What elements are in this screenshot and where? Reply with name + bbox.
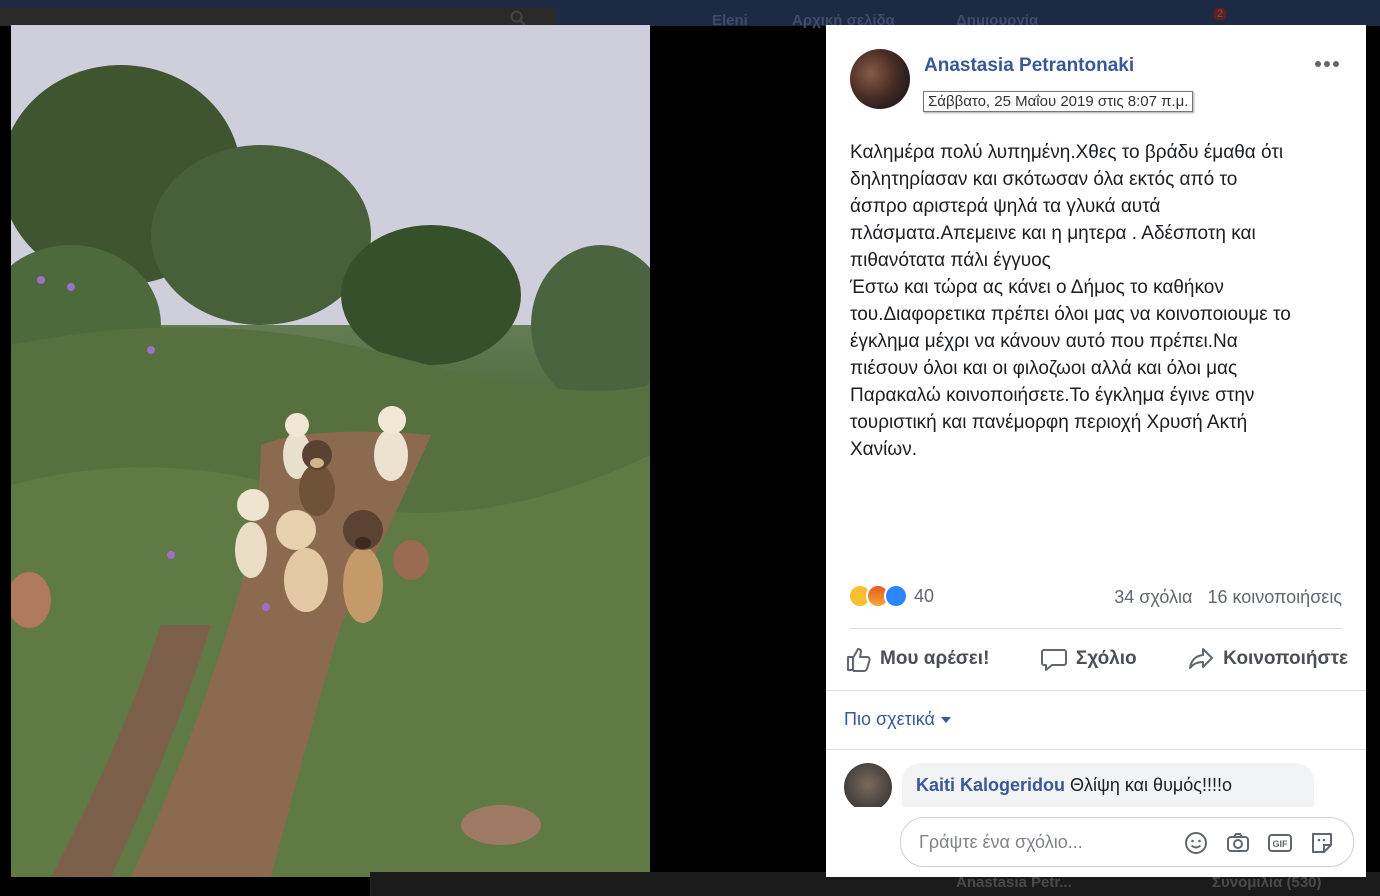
- comment-sort-dropdown[interactable]: Πιο σχετικά: [844, 709, 951, 730]
- post-text-line: τουριστική και πανέμορφη περιοχή Χρυσή Α…: [850, 412, 1248, 433]
- comment-text: Θλίψη και θυμός!!!!ο: [1070, 775, 1232, 795]
- comment-button-label: Σχόλιο: [1075, 648, 1137, 669]
- puppy: [299, 440, 335, 516]
- puppy: [235, 489, 269, 578]
- search-bar[interactable]: [0, 8, 556, 26]
- like-reaction-icon: [884, 584, 908, 608]
- post-text-line: Χανίων.: [850, 439, 917, 460]
- notification-badge: 2: [1214, 8, 1227, 20]
- photo-theater: Eleni Αρχική σελίδα Δημιουργία 2 Anastas…: [0, 0, 1380, 896]
- puppy: [343, 510, 383, 623]
- comment-sort-label: Πιο σχετικά: [844, 709, 935, 729]
- comment-button[interactable]: Σχόλιο: [1040, 641, 1137, 677]
- commenter-name[interactable]: Kaiti Kalogeridou: [916, 775, 1065, 795]
- gif-icon[interactable]: GIF: [1267, 830, 1293, 856]
- reactions-count[interactable]: 40: [914, 586, 934, 607]
- post-actions: Μου αρέσει! Σχόλιο Κοινοποιήστε: [844, 641, 1348, 677]
- commenter-avatar[interactable]: [844, 763, 892, 811]
- share-button-label: Κοινοποιήστε: [1223, 648, 1348, 669]
- post-text-line: πιέσουν όλοι και οι φιλοζωοι αλλά και όλ…: [850, 358, 1238, 379]
- post-photo[interactable]: [11, 25, 650, 877]
- like-button-label: Μου αρέσει!: [880, 648, 990, 669]
- facebook-topbar: Eleni Αρχική σελίδα Δημιουργία 2: [0, 0, 1380, 29]
- post-text-line: του.Διαφορετικα πρέπει όλοι μας να κοινο…: [850, 304, 1291, 325]
- divider: [850, 628, 1342, 629]
- more-options-icon[interactable]: [1312, 54, 1342, 74]
- shares-count[interactable]: 16 κοινοποιήσεις: [1207, 587, 1342, 607]
- composer-icons: GIF: [1183, 830, 1335, 856]
- search-icon[interactable]: [510, 10, 526, 26]
- share-button[interactable]: Κοινοποιήστε: [1187, 641, 1348, 677]
- puppy: [374, 406, 408, 481]
- post-text-line: άσπρο αριστερά ψηλά τα γλυκά αυτά: [850, 196, 1161, 217]
- emoji-icon[interactable]: [1183, 830, 1209, 856]
- post-text-line: δηλητηρίασαν και σκότωσαν όλα εκτός από …: [850, 169, 1238, 190]
- post-text-line: έγκλημα μέχρι να κάνουν αυτό που πρέπει.…: [850, 331, 1238, 352]
- post-text: Καλημέρα πολύ λυπημένη.Χθες το βράδυ έμα…: [850, 139, 1350, 463]
- comment-bubble-icon: [1040, 649, 1067, 671]
- author-name[interactable]: Anastasia Petrantonaki: [924, 55, 1134, 77]
- engagement-counts: 34 σχόλια 16 κοινοποιήσεις: [1114, 587, 1342, 608]
- nav-profile[interactable]: Eleni: [712, 12, 748, 29]
- comments-count[interactable]: 34 σχόλια: [1114, 587, 1192, 607]
- post-text-line: Έστω και τώρα ας κάνει ο Δήμος το καθήκο…: [850, 277, 1224, 298]
- author-avatar[interactable]: [850, 49, 910, 109]
- caret-down-icon: [940, 716, 951, 723]
- puppies-photo-illustration: [11, 25, 650, 877]
- post-text-line: Παρακαλώ κοινοποιήσετε.Το έγκλημα έγινε …: [850, 385, 1255, 406]
- post-details-panel: Anastasia Petrantonaki Σάββατο, 25 Μαΐου…: [826, 25, 1366, 877]
- share-arrow-icon: [1189, 648, 1214, 669]
- post-timestamp-tooltip: Σάββατο, 25 Μαΐου 2019 στις 8:07 π.μ.: [923, 91, 1194, 112]
- reactions-summary[interactable]: 40: [848, 581, 934, 611]
- camera-icon[interactable]: [1225, 830, 1251, 856]
- divider: [826, 690, 1366, 691]
- thumbs-up-icon: [847, 648, 871, 672]
- comment-composer[interactable]: GIF: [900, 817, 1354, 867]
- post-text-line: πιθανότατα πάλι έγγυος: [850, 250, 1051, 271]
- divider: [826, 749, 1366, 750]
- comment-input[interactable]: [919, 832, 1169, 853]
- svg-text:GIF: GIF: [1273, 839, 1289, 849]
- sticker-icon[interactable]: [1309, 830, 1335, 856]
- like-button[interactable]: Μου αρέσει!: [844, 641, 989, 677]
- post-text-line: Καλημέρα πολύ λυπημένη.Χθες το βράδυ έμα…: [850, 142, 1284, 163]
- post-text-line: πλάσματα.Απεμεινε και η μητερα . Αδέσποτ…: [850, 223, 1256, 244]
